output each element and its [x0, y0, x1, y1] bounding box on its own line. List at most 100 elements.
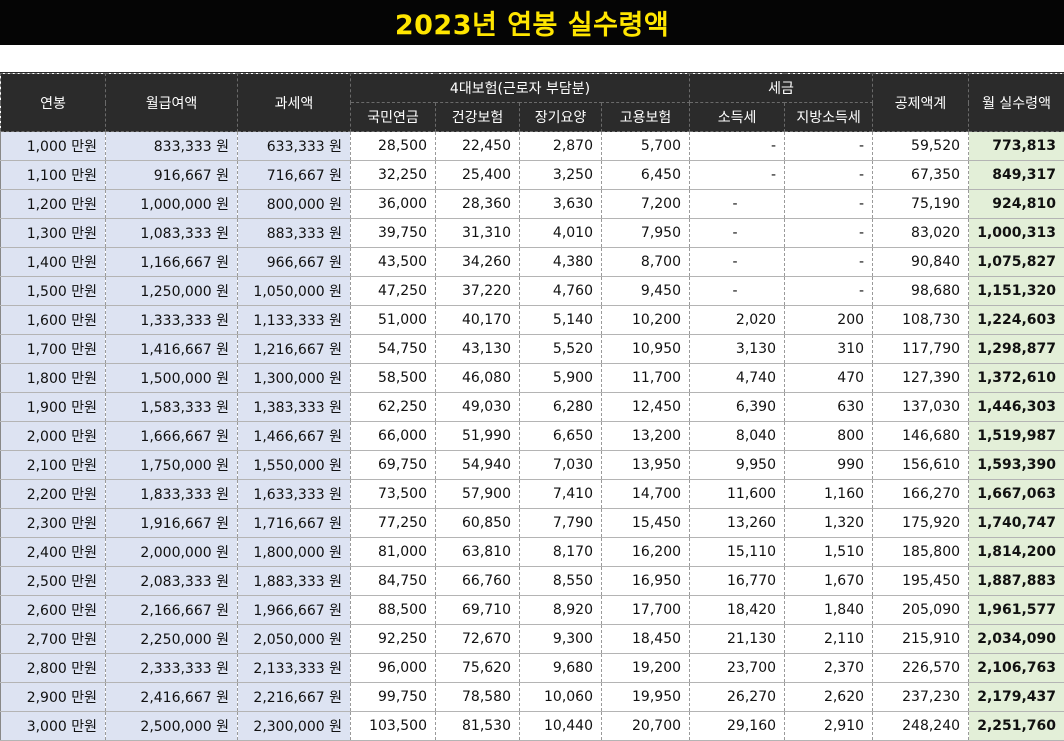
- cell-pension[interactable]: 96,000: [350, 653, 436, 683]
- cell-taxable[interactable]: 800,000 원: [237, 189, 351, 219]
- cell-pension[interactable]: 47,250: [350, 276, 436, 306]
- cell-taxable[interactable]: 1,383,333 원: [237, 392, 351, 422]
- cell-local-tax[interactable]: 1,510: [784, 537, 874, 567]
- cell-longterm[interactable]: 3,630: [519, 189, 602, 219]
- cell-taxable[interactable]: 1,966,667 원: [237, 595, 351, 625]
- cell-taxable[interactable]: 716,667 원: [237, 160, 351, 190]
- cell-employment[interactable]: 12,450: [601, 392, 691, 422]
- cell-employment[interactable]: 11,700: [601, 363, 691, 393]
- cell-health[interactable]: 75,620: [435, 653, 520, 683]
- cell-taxable[interactable]: 1,133,333 원: [237, 305, 351, 335]
- cell-income-tax[interactable]: 8,040: [689, 421, 786, 451]
- cell-health[interactable]: 51,990: [435, 421, 520, 451]
- cell-pension[interactable]: 39,750: [350, 218, 436, 248]
- cell-income-tax[interactable]: 23,700: [689, 653, 786, 683]
- cell-longterm[interactable]: 8,920: [519, 595, 602, 625]
- cell-employment[interactable]: 5,700: [601, 131, 691, 161]
- cell-deduction[interactable]: 137,030: [872, 392, 970, 422]
- cell-health[interactable]: 72,670: [435, 624, 520, 654]
- cell-local-tax[interactable]: 800: [784, 421, 874, 451]
- cell-health[interactable]: 57,900: [435, 479, 520, 509]
- cell-income-tax[interactable]: 15,110: [689, 537, 786, 567]
- cell-net[interactable]: 1,224,603: [968, 305, 1064, 335]
- cell-deduction[interactable]: 248,240: [872, 711, 970, 741]
- cell-health[interactable]: 22,450: [435, 131, 520, 161]
- cell-salary[interactable]: 3,000 만원: [0, 711, 106, 741]
- cell-pension[interactable]: 99,750: [350, 682, 436, 712]
- cell-monthly[interactable]: 1,583,333 원: [105, 392, 238, 422]
- cell-salary[interactable]: 1,400 만원: [0, 247, 106, 277]
- cell-taxable[interactable]: 1,550,000 원: [237, 450, 351, 480]
- cell-employment[interactable]: 6,450: [601, 160, 691, 190]
- cell-health[interactable]: 25,400: [435, 160, 520, 190]
- cell-deduction[interactable]: 127,390: [872, 363, 970, 393]
- cell-income-tax[interactable]: 16,770: [689, 566, 786, 596]
- cell-employment[interactable]: 9,450: [601, 276, 691, 306]
- cell-pension[interactable]: 92,250: [350, 624, 436, 654]
- cell-longterm[interactable]: 7,790: [519, 508, 602, 538]
- cell-salary[interactable]: 1,300 만원: [0, 218, 106, 248]
- cell-deduction[interactable]: 108,730: [872, 305, 970, 335]
- cell-taxable[interactable]: 2,050,000 원: [237, 624, 351, 654]
- cell-pension[interactable]: 36,000: [350, 189, 436, 219]
- cell-income-tax[interactable]: -: [689, 247, 786, 277]
- cell-health[interactable]: 31,310: [435, 218, 520, 248]
- cell-local-tax[interactable]: 1,160: [784, 479, 874, 509]
- cell-monthly[interactable]: 2,166,667 원: [105, 595, 238, 625]
- cell-monthly[interactable]: 2,000,000 원: [105, 537, 238, 567]
- cell-longterm[interactable]: 2,870: [519, 131, 602, 161]
- cell-longterm[interactable]: 5,520: [519, 334, 602, 364]
- cell-taxable[interactable]: 966,667 원: [237, 247, 351, 277]
- cell-monthly[interactable]: 1,750,000 원: [105, 450, 238, 480]
- cell-deduction[interactable]: 83,020: [872, 218, 970, 248]
- cell-local-tax[interactable]: 2,910: [784, 711, 874, 741]
- cell-net[interactable]: 1,446,303: [968, 392, 1064, 422]
- cell-income-tax[interactable]: 21,130: [689, 624, 786, 654]
- cell-longterm[interactable]: 10,060: [519, 682, 602, 712]
- cell-income-tax[interactable]: -: [689, 218, 786, 248]
- cell-local-tax[interactable]: 2,620: [784, 682, 874, 712]
- cell-taxable[interactable]: 1,716,667 원: [237, 508, 351, 538]
- cell-employment[interactable]: 8,700: [601, 247, 691, 277]
- cell-taxable[interactable]: 1,883,333 원: [237, 566, 351, 596]
- cell-health[interactable]: 40,170: [435, 305, 520, 335]
- cell-local-tax[interactable]: 1,670: [784, 566, 874, 596]
- cell-local-tax[interactable]: 200: [784, 305, 874, 335]
- cell-taxable[interactable]: 1,800,000 원: [237, 537, 351, 567]
- cell-employment[interactable]: 13,200: [601, 421, 691, 451]
- cell-local-tax[interactable]: 2,110: [784, 624, 874, 654]
- cell-longterm[interactable]: 7,410: [519, 479, 602, 509]
- cell-longterm[interactable]: 5,900: [519, 363, 602, 393]
- cell-taxable[interactable]: 1,466,667 원: [237, 421, 351, 451]
- cell-salary[interactable]: 1,800 만원: [0, 363, 106, 393]
- cell-pension[interactable]: 58,500: [350, 363, 436, 393]
- cell-employment[interactable]: 20,700: [601, 711, 691, 741]
- cell-health[interactable]: 49,030: [435, 392, 520, 422]
- cell-employment[interactable]: 17,700: [601, 595, 691, 625]
- cell-longterm[interactable]: 4,010: [519, 218, 602, 248]
- cell-taxable[interactable]: 2,300,000 원: [237, 711, 351, 741]
- cell-monthly[interactable]: 1,000,000 원: [105, 189, 238, 219]
- cell-pension[interactable]: 66,000: [350, 421, 436, 451]
- cell-longterm[interactable]: 7,030: [519, 450, 602, 480]
- cell-income-tax[interactable]: 26,270: [689, 682, 786, 712]
- cell-local-tax[interactable]: 1,840: [784, 595, 874, 625]
- cell-income-tax[interactable]: 29,160: [689, 711, 786, 741]
- cell-deduction[interactable]: 237,230: [872, 682, 970, 712]
- cell-income-tax[interactable]: -: [689, 160, 786, 190]
- cell-employment[interactable]: 10,950: [601, 334, 691, 364]
- cell-longterm[interactable]: 4,380: [519, 247, 602, 277]
- cell-employment[interactable]: 19,950: [601, 682, 691, 712]
- cell-employment[interactable]: 19,200: [601, 653, 691, 683]
- cell-net[interactable]: 2,034,090: [968, 624, 1064, 654]
- cell-taxable[interactable]: 1,216,667 원: [237, 334, 351, 364]
- cell-net[interactable]: 1,961,577: [968, 595, 1064, 625]
- cell-net[interactable]: 849,317: [968, 160, 1064, 190]
- cell-income-tax[interactable]: -: [689, 189, 786, 219]
- cell-net[interactable]: 1,372,610: [968, 363, 1064, 393]
- cell-local-tax[interactable]: 2,370: [784, 653, 874, 683]
- cell-deduction[interactable]: 67,350: [872, 160, 970, 190]
- cell-salary[interactable]: 2,500 만원: [0, 566, 106, 596]
- cell-salary[interactable]: 2,700 만원: [0, 624, 106, 654]
- cell-monthly[interactable]: 916,667 원: [105, 160, 238, 190]
